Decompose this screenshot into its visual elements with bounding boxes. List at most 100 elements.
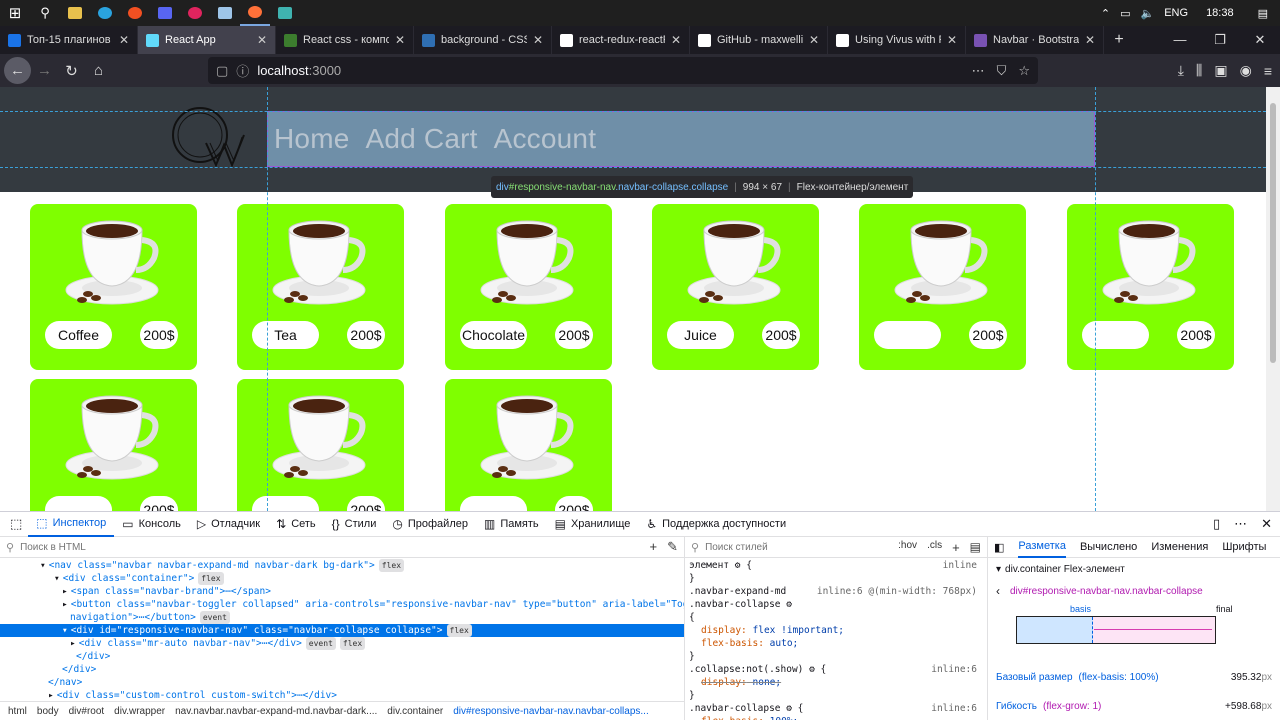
html-node-line[interactable]: ▸ <div class="mr-auto navbar-nav">⋯</div>… [0,637,684,650]
product-card[interactable]: Tea 200$ [237,204,404,370]
expand-toggle-icon[interactable]: ▾ [40,560,46,571]
tab-accessibility[interactable]: ♿ Поддержка доступности [638,512,794,537]
product-card[interactable]: 200$ [237,379,404,511]
css-search-input[interactable] [705,541,856,553]
css-property[interactable]: display: [701,677,747,688]
tab-debugger[interactable]: ▷ Отладчик [189,512,268,537]
html-node-line[interactable]: </div> [0,650,684,663]
browser-tab[interactable]: Navbar · Bootstrap ✕ [966,26,1104,54]
layout-tab[interactable]: Разметка [1018,537,1066,558]
html-node-line[interactable]: navigation">⋯</button> event [0,611,684,624]
css-rule-line[interactable]: flex-basis: 100%; [685,715,987,720]
hov-toggle[interactable]: :hov [898,540,917,555]
bookmark-star-icon[interactable]: ☆ [1018,63,1030,79]
product-card[interactable]: 200$ [445,379,612,511]
windows-start-icon[interactable]: ⊞ [0,0,30,26]
css-rule-line[interactable]: { [685,611,987,624]
close-window-icon[interactable]: ✕ [1240,32,1280,48]
collapse-arrow-icon[interactable]: ▾ [996,564,1001,575]
tab-network[interactable]: ⇅ Сеть [268,512,324,537]
page-actions-icon[interactable]: ⋯ [972,63,985,79]
search-icon[interactable]: ⚲ [30,0,60,26]
notifications-icon[interactable]: ▤ [1258,7,1268,20]
breadcrumb-item[interactable]: body [37,706,59,717]
product-card[interactable]: 200$ [30,379,197,511]
flex-badge[interactable]: flex [339,637,366,650]
css-rule-line[interactable]: } [685,650,987,663]
page-scrollbar[interactable] [1266,87,1280,511]
eyedropper-icon[interactable]: ✎ [667,539,678,555]
browser-tab[interactable]: react-redux-reactRe ✕ [552,26,690,54]
html-node-line[interactable]: ▾ <div id="responsive-navbar-nav" class="… [0,624,684,637]
css-rule-line[interactable]: display: flex !important; [685,624,987,637]
breadcrumb-item[interactable]: nav.navbar.navbar-expand-md.navbar-dark.… [175,706,377,717]
product-card[interactable]: 200$ [1067,204,1234,370]
pocket-icon[interactable]: ⛉ [997,63,1007,79]
css-source-link[interactable]: inline:6 @(min-width: 768px) [817,585,977,598]
css-rule-line[interactable]: .collapse:not(.show) ⚙ {inline:6 [685,663,987,676]
home-button[interactable]: ⌂ [85,57,112,84]
nav-link-home[interactable]: Home [274,123,350,155]
add-rule-icon[interactable]: + [952,540,960,555]
flex-badge[interactable]: flex [446,624,472,637]
event-badge[interactable]: event [199,611,230,624]
css-rule-line[interactable]: .navbar-collapse ⚙ {inline:6 [685,702,987,715]
css-source-link[interactable]: inline [943,559,977,572]
nav-link-add-cart[interactable]: Add Cart [366,123,478,155]
expand-toggle-icon[interactable]: ▸ [62,586,68,597]
tab-close-icon[interactable]: ✕ [1085,33,1095,47]
browser-tab[interactable]: React App ✕ [138,26,276,54]
tab-styles[interactable]: {} Стили [324,512,385,537]
html-node-line[interactable]: ▸ <button class="navbar-toggler collapsed… [0,598,684,611]
flex-item-selector[interactable]: div#responsive-navbar-nav.navbar-collaps… [1010,586,1250,597]
layout-tab[interactable]: Шрифты [1222,541,1266,553]
minimize-icon[interactable]: — [1160,32,1200,48]
flex-badge[interactable]: flex [198,572,224,585]
expand-toggle-icon[interactable]: ▾ [54,573,60,584]
tab-close-icon[interactable]: ✕ [809,33,819,47]
browser-tab[interactable]: background - CSS | ✕ [414,26,552,54]
css-value[interactable]: 100%; [770,716,799,720]
layout-tab[interactable]: Вычислено [1080,541,1137,553]
html-search-input[interactable] [20,541,321,553]
css-rule-line[interactable]: элемент ⚙ {inline [685,559,987,572]
media-player-icon[interactable] [120,0,150,26]
html-node-line[interactable]: </nav> [0,676,684,689]
print-media-icon[interactable]: ▤ [970,540,981,555]
tab-memory[interactable]: ▥ Память [476,512,547,537]
css-rule-line[interactable]: display: none; [685,676,987,689]
url-bar[interactable]: ▢ ⓘ localhost:3000 ⋯ ⛉ ☆ [208,57,1038,84]
language-indicator[interactable]: ENG [1164,7,1188,19]
telegram-icon[interactable] [90,0,120,26]
css-source-link[interactable]: inline:6 [931,702,977,715]
chevron-up-icon[interactable]: ⌃ [1101,7,1110,20]
css-value[interactable]: flex !important; [753,625,845,636]
brand-logo[interactable] [170,105,256,169]
html-node-line[interactable]: ▾ <nav class="navbar navbar-expand-md nav… [0,559,684,572]
reload-button[interactable]: ↻ [58,57,85,84]
tab-storage[interactable]: ▤ Хранилище [547,512,639,537]
browser-tab[interactable]: React css - компон ✕ [276,26,414,54]
element-picker-icon[interactable]: ⬚ [4,516,28,532]
library-icon[interactable]: ⫼ [1196,62,1202,79]
css-rule-line[interactable]: flex-basis: auto; [685,637,987,650]
breadcrumb-item[interactable]: div.wrapper [114,706,165,717]
html-node-line[interactable]: </div> [0,663,684,676]
sidebar-icon[interactable]: ▣ [1214,62,1227,79]
browser-tab[interactable]: Топ-15 плагинов д ✕ [0,26,138,54]
tab-inspector[interactable]: ⬚ Инспектор [28,512,115,537]
css-value[interactable]: none; [753,677,782,688]
css-rule-line[interactable]: } [685,572,987,585]
tab-close-icon[interactable]: ✕ [533,33,543,47]
css-rule-line[interactable]: .navbar-collapse ⚙ [685,598,987,611]
devtools-menu-icon[interactable]: ⋯ [1234,516,1247,532]
product-card[interactable]: 200$ [859,204,1026,370]
firefox-icon[interactable] [240,0,270,26]
add-node-icon[interactable]: + [650,539,658,555]
breadcrumb-item[interactable]: div.container [387,706,443,717]
nav-link-account[interactable]: Account [494,123,597,155]
back-chevron-icon[interactable]: ‹ [996,584,1000,598]
dock-icon[interactable]: ▯ [1213,516,1220,532]
browser-tab[interactable]: GitHub - maxwellit ✕ [690,26,828,54]
product-card[interactable]: Chocolate 200$ [445,204,612,370]
